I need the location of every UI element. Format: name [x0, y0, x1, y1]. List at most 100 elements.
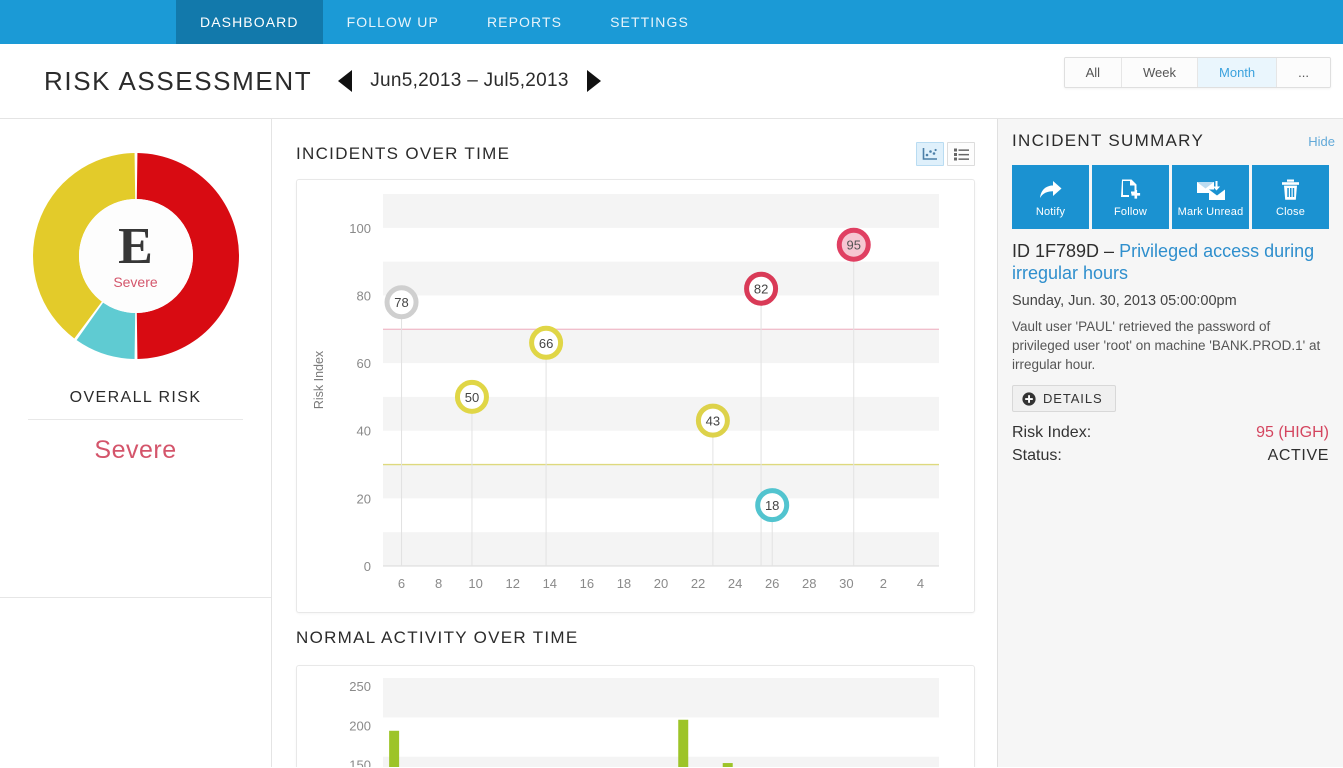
data-point-label: 18 — [765, 498, 779, 513]
activity-bar[interactable] — [389, 730, 400, 767]
charts-panel: INCIDENTS OVER TIME 0 20 40 60 80 100 Ri… — [272, 119, 997, 767]
status-key: Status: — [1012, 447, 1062, 465]
arrow-right-icon[interactable] — [586, 70, 601, 92]
plus-circle-icon — [1022, 391, 1036, 406]
scatter-chart-glyph — [922, 148, 937, 160]
nav-tab-dashboard-label: DASHBOARD — [200, 14, 299, 30]
date-navigator: Jun5,2013 – Jul5,2013 — [338, 70, 601, 92]
plus-circle-glyph — [1022, 391, 1036, 406]
hide-panel-link[interactable]: Hide — [1308, 134, 1335, 149]
page-header: RISK ASSESSMENT Jun5,2013 – Jul5,2013 Al… — [0, 44, 1343, 119]
incidents-scatter-card: 0 20 40 60 80 100 Risk Index 6 8 10 12 14 16 18 20 22 24… — [296, 179, 975, 613]
y-axis-tick-label: 60 — [357, 356, 371, 371]
add-document-icon — [1120, 177, 1142, 203]
overall-risk-label: OVERALL RISK — [69, 389, 202, 406]
nav-tab-dashboard[interactable]: DASHBOARD — [176, 0, 323, 44]
notify-button[interactable]: Notify — [1012, 165, 1089, 229]
arrow-left-icon[interactable] — [338, 70, 353, 92]
nav-tab-settings-label: SETTINGS — [610, 14, 689, 30]
x-axis-tick-label: 28 — [802, 576, 816, 591]
incidents-section-header: INCIDENTS OVER TIME — [296, 137, 975, 171]
x-axis-tick-label: 10 — [468, 576, 482, 591]
left-panel-bottom-divider — [0, 597, 271, 598]
page-title: RISK ASSESSMENT — [44, 65, 313, 96]
data-point-label: 43 — [706, 414, 720, 429]
x-axis-tick-label: 16 — [580, 576, 594, 591]
incident-summary-header: INCIDENT SUMMARY Hide — [1012, 131, 1335, 151]
x-axis-tick-label: 20 — [654, 576, 668, 591]
data-point-label: 50 — [465, 390, 479, 405]
normal-activity-section-header: NORMAL ACTIVITY OVER TIME — [296, 621, 975, 655]
range-filter-group: All Week Month ... — [1063, 57, 1331, 88]
x-axis-tick-label: 24 — [728, 576, 742, 591]
follow-button[interactable]: Follow — [1092, 165, 1169, 229]
x-axis-tick-label: 12 — [505, 576, 519, 591]
range-filter-month[interactable]: Month — [1198, 58, 1278, 87]
share-arrow-icon — [1038, 177, 1063, 203]
data-point-label: 78 — [394, 295, 408, 310]
overall-risk-panel: E Severe OVERALL RISK Severe — [0, 119, 272, 767]
activity-bar[interactable] — [678, 719, 689, 767]
mark-unread-button[interactable]: Mark Unread — [1172, 165, 1249, 229]
y-axis-tick-label: 150 — [349, 758, 371, 767]
envelope-glyph — [1196, 180, 1225, 200]
nav-tab-reports-label: REPORTS — [486, 14, 563, 30]
range-filter-week[interactable]: Week — [1122, 58, 1199, 87]
activity-bar[interactable] — [722, 763, 733, 767]
grid-band — [383, 194, 939, 228]
top-navigation: DASHBOARD FOLLOW UP REPORTS SETTINGS — [0, 0, 1343, 44]
x-axis-tick-label: 6 — [398, 576, 405, 591]
y-axis-tick-label: 200 — [349, 718, 371, 733]
x-axis-tick-label: 8 — [435, 576, 442, 591]
incident-id: ID 1F789D – — [1012, 241, 1120, 261]
status-row: Status: ACTIVE — [1012, 447, 1329, 465]
view-toggle-group — [916, 142, 975, 166]
data-point-label: 82 — [754, 282, 768, 297]
x-axis-tick-label: 4 — [917, 576, 924, 591]
range-filter-more[interactable]: ... — [1277, 58, 1330, 87]
share-arrow-glyph — [1040, 181, 1062, 198]
incident-description: Vault user 'PAUL' retrieved the password… — [1012, 318, 1321, 372]
normal-activity-title: NORMAL ACTIVITY OVER TIME — [296, 628, 579, 647]
grid-band — [383, 464, 939, 499]
risk-grade-letter: E — [118, 218, 153, 276]
close-label: Close — [1275, 205, 1306, 218]
range-filter-all[interactable]: All — [1064, 58, 1123, 87]
y-axis-tick-label: 40 — [357, 424, 371, 439]
y-axis-tick-label: 80 — [357, 288, 371, 303]
incidents-scatter-plot[interactable]: 0 20 40 60 80 100 Risk Index 6 8 10 12 14 16 18 20 22 24… — [297, 180, 974, 612]
incidents-title: INCIDENTS OVER TIME — [296, 144, 511, 163]
incident-timestamp: Sunday, Jun. 30, 2013 05:00:00pm — [1012, 292, 1237, 309]
normal-activity-plot[interactable]: 150200250Volume — [297, 666, 974, 767]
risk-donut-chart: E Severe — [31, 151, 241, 361]
y-axis-tick-label: 20 — [357, 491, 371, 506]
data-point-label: 66 — [539, 336, 553, 351]
donut-center: E Severe — [78, 199, 193, 313]
close-button[interactable]: Close — [1252, 165, 1329, 229]
risk-grade-sublabel: Severe — [113, 273, 158, 290]
incident-actions: Notify Follow Mark Unread Close — [1012, 165, 1329, 229]
date-range-label: Jun5,2013 – Jul5,2013 — [370, 70, 569, 91]
list-view-icon[interactable] — [947, 142, 975, 166]
nav-tab-settings[interactable]: SETTINGS — [586, 0, 713, 44]
scatter-chart-icon[interactable] — [916, 142, 944, 166]
notify-label: Notify — [1035, 205, 1066, 218]
y-axis-tick-label: 100 — [349, 221, 371, 236]
trash-glyph — [1282, 179, 1299, 200]
mark-unread-label: Mark Unread — [1177, 205, 1244, 218]
incident-summary-panel: INCIDENT SUMMARY Hide Notify Follow Mark… — [997, 119, 1343, 767]
grid-band — [383, 261, 939, 296]
x-axis-tick-label: 2 — [880, 576, 887, 591]
left-panel-divider — [28, 419, 243, 420]
nav-tab-follow-up[interactable]: FOLLOW UP — [323, 0, 463, 44]
nav-tab-reports[interactable]: REPORTS — [463, 0, 586, 44]
x-axis-tick-label: 22 — [691, 576, 705, 591]
x-axis-tick-label: 14 — [543, 576, 557, 591]
details-button[interactable]: DETAILS — [1012, 385, 1116, 413]
list-view-glyph — [953, 148, 969, 160]
risk-index-value: 95 (HIGH) — [1256, 424, 1329, 442]
incident-summary-title: INCIDENT SUMMARY — [1012, 131, 1205, 150]
data-point-label: 95 — [847, 238, 861, 253]
trash-icon — [1281, 177, 1300, 203]
